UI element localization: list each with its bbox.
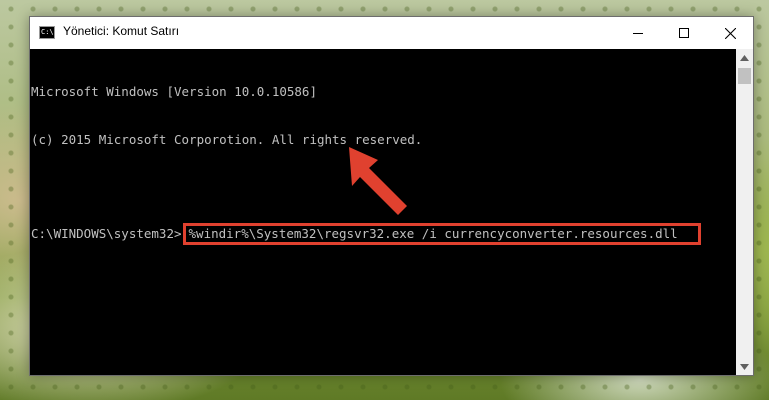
- minimize-icon: [633, 33, 643, 34]
- scroll-up-icon: [740, 54, 749, 61]
- scroll-up-button[interactable]: [736, 49, 753, 66]
- title-bar[interactable]: C:\. Yönetici: Komut Satırı: [30, 17, 753, 49]
- command-prompt-window[interactable]: C:\. Yönetici: Komut Satırı Microsoft Wi…: [29, 16, 754, 376]
- scroll-down-button[interactable]: [736, 358, 753, 375]
- highlighted-command[interactable]: %windir%\System32\regsvr32.exe /i curren…: [182, 223, 701, 245]
- command-prompt: C:\WINDOWS\system32>: [31, 226, 182, 241]
- vertical-scrollbar[interactable]: [736, 49, 753, 375]
- scroll-thumb[interactable]: [738, 68, 751, 84]
- maximize-icon: [679, 28, 689, 38]
- minimize-button[interactable]: [615, 17, 661, 49]
- scroll-down-icon: [740, 363, 749, 370]
- console-line: Microsoft Windows [Version 10.0.10586]: [31, 84, 317, 99]
- window-title: Yönetici: Komut Satırı: [63, 24, 180, 38]
- command-line[interactable]: C:\WINDOWS\system32> %windir%\System32\re…: [31, 223, 736, 245]
- red-arrow-icon: [349, 147, 407, 215]
- cmd-app-icon[interactable]: C:\.: [39, 26, 58, 39]
- close-button[interactable]: [707, 17, 753, 49]
- maximize-button[interactable]: [661, 17, 707, 49]
- close-icon: [724, 27, 736, 39]
